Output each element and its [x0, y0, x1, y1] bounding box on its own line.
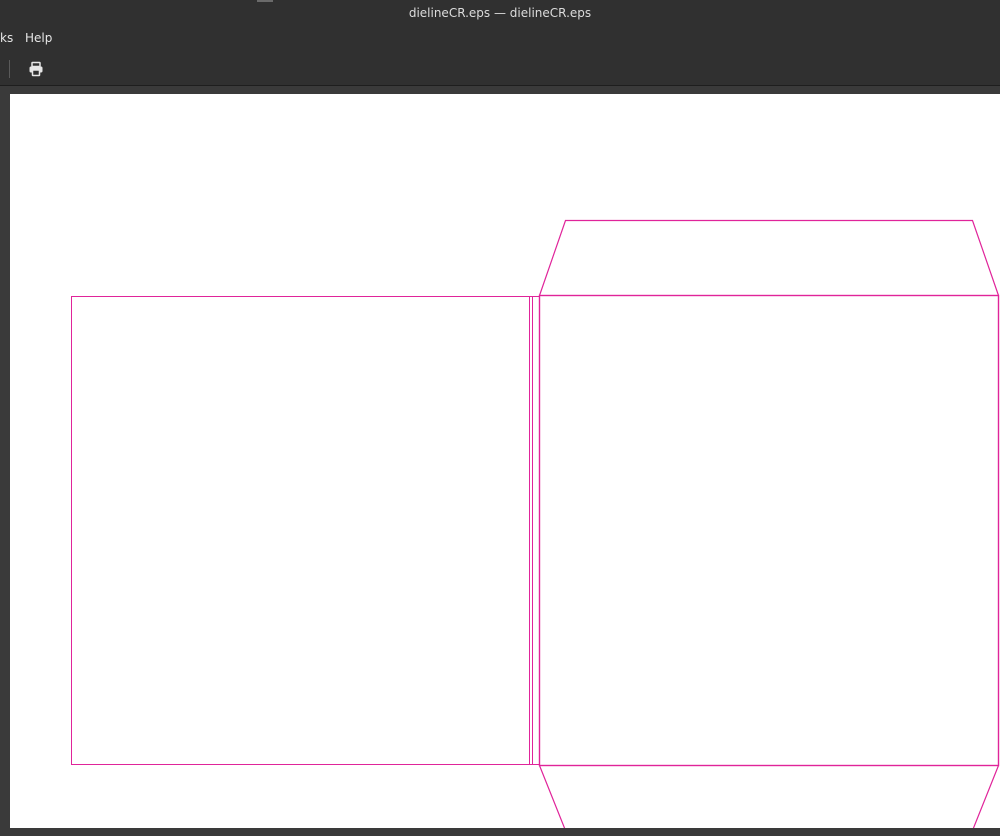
menu-bar: ks Help [0, 27, 1000, 52]
menu-item-help[interactable]: Help [25, 31, 52, 45]
dieline-left-panel [71, 296, 533, 765]
dieline-glue-strip [529, 296, 540, 765]
dieline-drawing [71, 219, 1000, 828]
document-viewport[interactable] [0, 86, 1000, 836]
window-titlebar: dielineCR.eps — dielineCR.eps [0, 0, 1000, 27]
print-button[interactable] [26, 59, 46, 79]
dieline-bottom-flap [538, 765, 1000, 828]
tab-indicator [257, 0, 273, 2]
document-page [10, 94, 1000, 828]
dieline-right-panel [538, 294, 1000, 767]
window-title: dielineCR.eps — dielineCR.eps [408, 6, 592, 20]
toolbar [0, 52, 1000, 85]
printer-icon [29, 61, 43, 77]
dieline-top-flap [538, 219, 1000, 296]
toolbar-separator [9, 60, 10, 78]
menu-item-bookmarks[interactable]: ks [0, 31, 13, 45]
